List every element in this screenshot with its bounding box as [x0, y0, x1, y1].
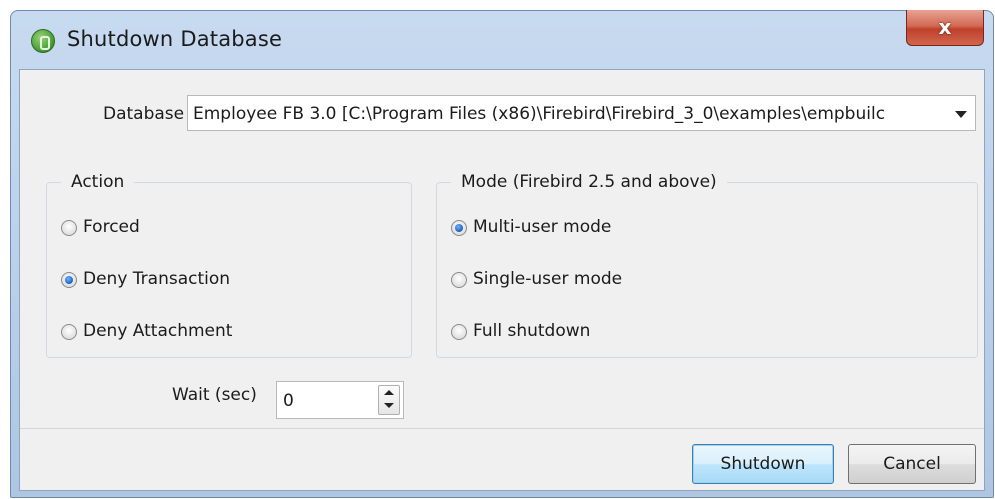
radio-label: Forced: [83, 217, 140, 237]
radio-label: Full shutdown: [473, 321, 591, 341]
database-select[interactable]: Employee FB 3.0 [C:\Program Files (x86)\…: [187, 95, 976, 131]
radio-button-icon[interactable]: [61, 324, 77, 340]
footer-divider: [20, 428, 984, 429]
radio-button-icon[interactable]: [451, 324, 467, 340]
title-bar[interactable]: Shutdown Database x: [11, 10, 993, 69]
close-icon: x: [938, 15, 952, 39]
radio-label: Deny Attachment: [83, 321, 233, 341]
radio-button-selected-icon[interactable]: [451, 220, 467, 236]
radio-button-icon[interactable]: [61, 220, 77, 236]
wait-seconds-stepper[interactable]: 0: [276, 381, 404, 419]
dialog-window: Shutdown Database x Database Employee FB…: [10, 10, 994, 498]
wait-label: Wait (sec): [172, 385, 257, 405]
firebird-app-icon: [31, 29, 55, 53]
window-title: Shutdown Database: [67, 27, 283, 51]
action-group: Action Forced Deny Transaction Deny Atta…: [46, 172, 412, 358]
database-select-value: Employee FB 3.0 [C:\Program Files (x86)\…: [193, 104, 886, 124]
chevron-down-icon[interactable]: [955, 111, 967, 118]
stepper-down-icon[interactable]: [384, 403, 394, 408]
action-group-title: Action: [71, 172, 125, 192]
stepper-buttons: [378, 385, 400, 415]
dialog-body: Database Employee FB 3.0 [C:\Program Fil…: [19, 69, 985, 491]
wait-seconds-value[interactable]: 0: [283, 391, 294, 411]
radio-button-selected-icon[interactable]: [61, 272, 77, 288]
radio-button-icon[interactable]: [451, 272, 467, 288]
radio-label: Single-user mode: [473, 269, 623, 289]
cancel-button[interactable]: Cancel: [848, 444, 976, 484]
database-row: Database Employee FB 3.0 [C:\Program Fil…: [20, 94, 984, 131]
close-button[interactable]: x: [906, 10, 984, 46]
radio-label: Deny Transaction: [83, 269, 231, 289]
mode-group-title: Mode (Firebird 2.5 and above): [461, 172, 717, 192]
mode-group: Mode (Firebird 2.5 and above) Multi-user…: [436, 172, 978, 358]
database-label: Database: [103, 104, 185, 124]
stepper-up-icon[interactable]: [384, 390, 394, 395]
shutdown-button[interactable]: Shutdown: [692, 444, 834, 484]
radio-label: Multi-user mode: [473, 217, 612, 237]
